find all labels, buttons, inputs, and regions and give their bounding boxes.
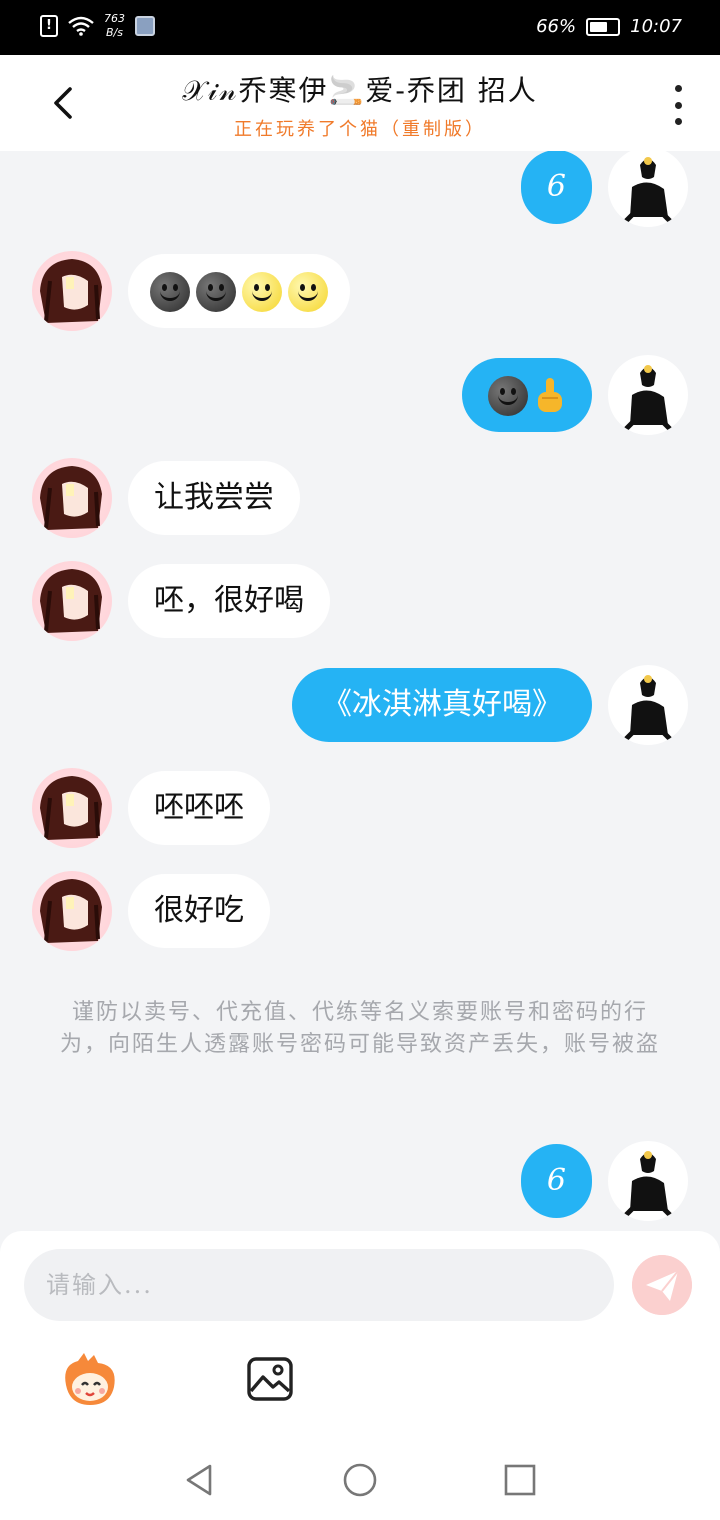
emoji-sticker-button[interactable]: [58, 1351, 122, 1409]
message-bubble[interactable]: 呸呸呸: [128, 771, 270, 845]
message-bubble-emoji[interactable]: [128, 254, 350, 328]
network-speed-unit: B/s: [106, 26, 123, 39]
avatar[interactable]: [32, 768, 112, 848]
status-bar: ! 763 B/s 66% 10:07: [0, 0, 720, 55]
message-row: 6: [0, 1141, 720, 1221]
security-warning: 谨防以卖号、代充值、代练等名义索要账号和密码的行为，向陌生人透露账号密码可能导致…: [60, 1000, 661, 1057]
avatar[interactable]: [608, 151, 688, 227]
alert-icon: !: [40, 15, 58, 37]
avatar-image: [624, 675, 672, 744]
avatar[interactable]: [608, 355, 688, 435]
menu-dot: [674, 85, 682, 92]
avatar[interactable]: [32, 458, 112, 538]
message-row: [0, 355, 720, 435]
battery-icon: [586, 17, 621, 36]
avatar[interactable]: [608, 665, 688, 745]
more-menu-button[interactable]: [670, 85, 686, 125]
avatar-image: [40, 776, 102, 840]
battery-level-fill: [590, 21, 608, 32]
avatar-image: [624, 1151, 672, 1220]
avatar[interactable]: [608, 1141, 688, 1221]
menu-dot: [674, 101, 682, 109]
status-right: 66% 10:07: [536, 16, 682, 37]
network-speed: 763 B/s: [104, 12, 125, 40]
app-notification-icon: [135, 16, 155, 36]
back-button[interactable]: [44, 83, 84, 123]
avatar-image: [40, 466, 102, 530]
avatar[interactable]: [32, 251, 112, 331]
message-row: 6: [0, 151, 720, 227]
nav-home-button[interactable]: [340, 1460, 380, 1500]
clock: 10:07: [630, 16, 682, 37]
network-speed-value: 763: [104, 12, 125, 25]
avatar-image: [40, 259, 102, 323]
message-bubble-emoji[interactable]: [462, 358, 592, 432]
message-row: 呸呸呸: [0, 768, 720, 848]
message-row: 呸，很好喝: [0, 561, 720, 641]
avatar[interactable]: [32, 561, 112, 641]
avatar-image: [624, 157, 672, 226]
message-bubble[interactable]: 《冰淇淋真好喝》: [292, 668, 592, 742]
message-bubble[interactable]: 呸，很好喝: [128, 564, 330, 638]
message-input-container: [24, 1249, 614, 1321]
avatar-image: [40, 879, 102, 943]
smile-emoji-icon: [288, 272, 328, 312]
message-row: 让我尝尝: [0, 458, 720, 538]
chat-subtitle: 正在玩养了个猫（重制版）: [234, 119, 486, 140]
message-bubble[interactable]: 6: [520, 1144, 592, 1218]
avatar-image: [624, 365, 672, 434]
message-row: [0, 251, 720, 331]
status-left: ! 763 B/s: [40, 12, 155, 40]
avatar-image: [40, 569, 102, 633]
chat-message-list[interactable]: 6 让我尝尝 呸，很好喝 《冰淇淋真好喝》 呸呸呸 很好吃 谨防以卖号、代充值、…: [0, 151, 720, 1231]
dark-smile-emoji-icon: [150, 272, 190, 312]
chat-header: 𝒳𝒾𝓃乔寒伊🚬爱-乔团 招人 正在玩养了个猫（重制版）: [0, 55, 720, 151]
battery-percent: 66%: [536, 16, 577, 37]
nav-back-button[interactable]: [180, 1460, 220, 1500]
message-input[interactable]: [24, 1249, 614, 1321]
dark-smile-emoji-icon: [488, 376, 528, 416]
input-panel: [0, 1231, 720, 1440]
dark-smile-emoji-icon: [196, 272, 236, 312]
message-bubble[interactable]: 让我尝尝: [128, 461, 300, 535]
message-row: 很好吃: [0, 871, 720, 951]
send-button[interactable]: [632, 1255, 692, 1315]
system-navigation-bar: [0, 1440, 720, 1520]
avatar[interactable]: [32, 871, 112, 951]
image-icon[interactable]: [247, 1357, 293, 1401]
message-bubble[interactable]: 6: [520, 151, 592, 224]
chat-title: 𝒳𝒾𝓃乔寒伊🚬爱-乔团 招人: [182, 74, 538, 107]
message-row: 《冰淇淋真好喝》: [0, 665, 720, 745]
smile-emoji-icon: [242, 272, 282, 312]
wifi-icon: [68, 16, 94, 36]
middle-finger-emoji-icon: [538, 378, 562, 412]
menu-dot: [674, 118, 682, 125]
nav-recents-button[interactable]: [500, 1460, 540, 1500]
message-bubble[interactable]: 很好吃: [128, 874, 270, 948]
header-title-group: 𝒳𝒾𝓃乔寒伊🚬爱-乔团 招人 正在玩养了个猫（重制版）: [120, 69, 600, 141]
